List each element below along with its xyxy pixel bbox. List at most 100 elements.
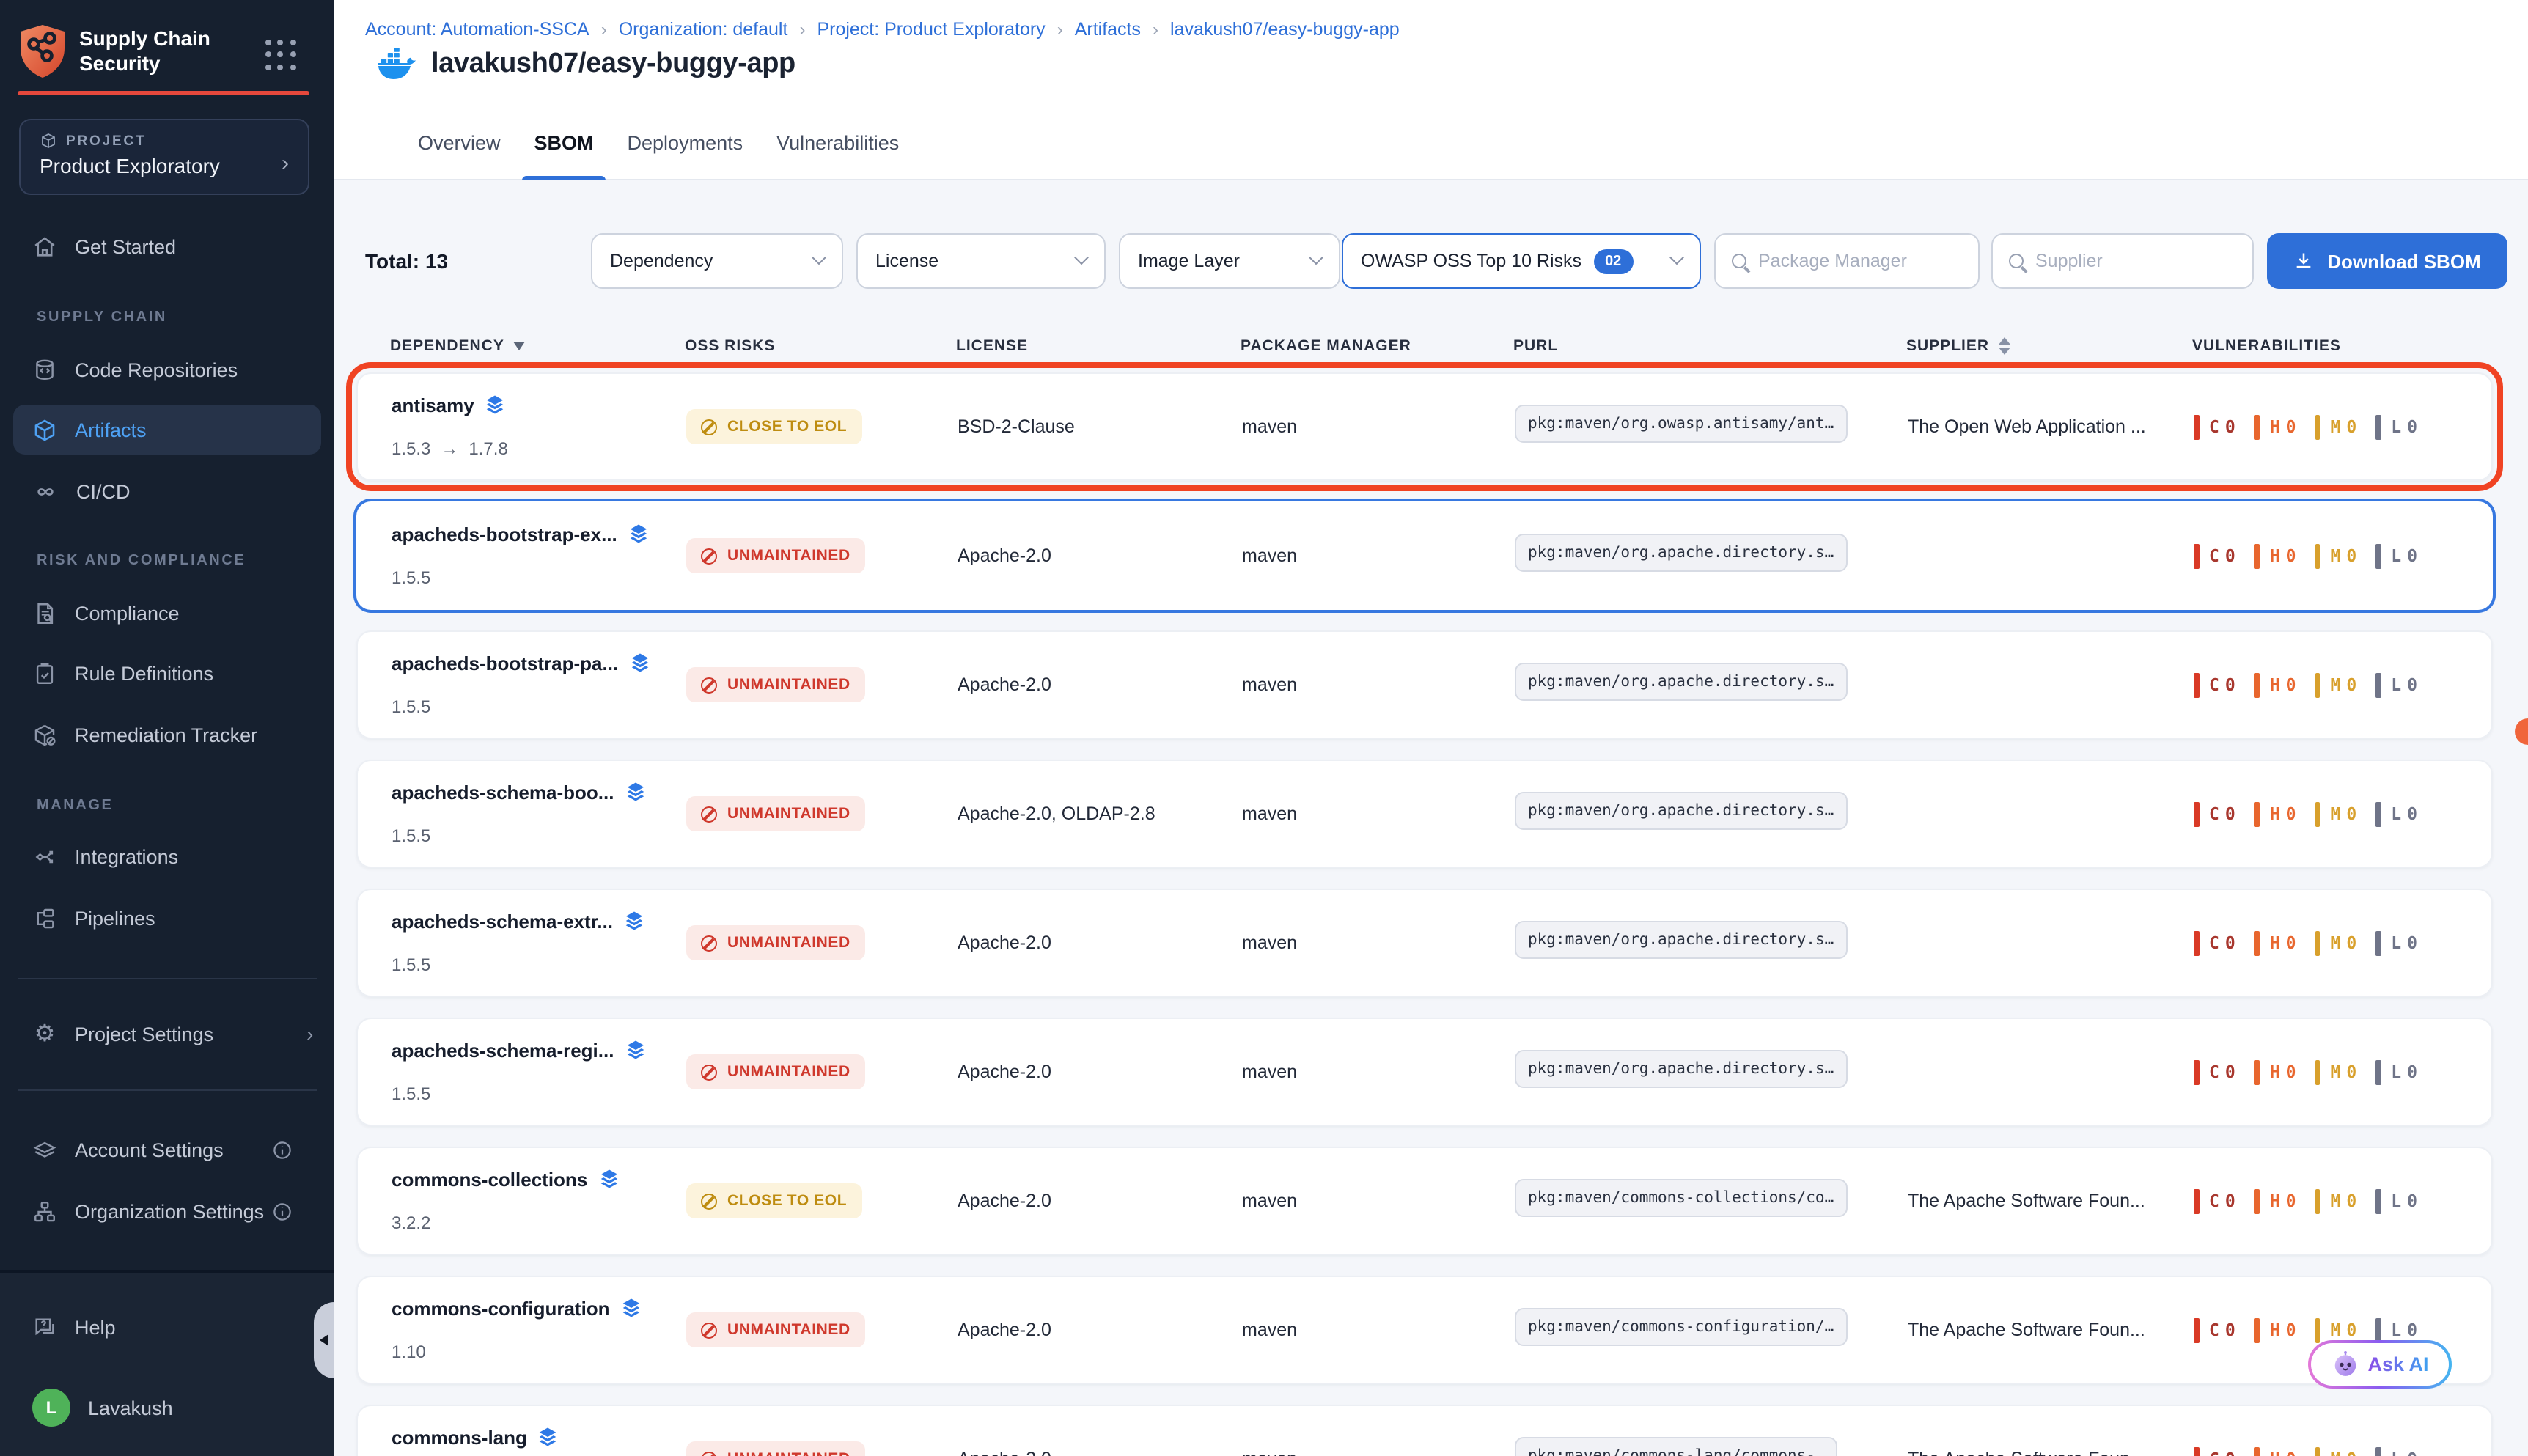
sidebar-item-cicd[interactable]: CI/CD — [13, 466, 321, 516]
purl-pill[interactable]: pkg:maven/org.apache.directory.s… — [1515, 1049, 1847, 1087]
breadcrumb-organization[interactable]: Organization: default — [619, 19, 788, 40]
critical-count: C0 — [2194, 1317, 2235, 1342]
oss-risk-badge: CLOSE TO EOL — [686, 409, 861, 444]
column-header-oss-risks: OSS RISKS — [685, 337, 956, 355]
sidebar-item-help[interactable]: Help — [13, 1302, 321, 1352]
sidebar-item-project-settings[interactable]: ⚙ Project Settings › — [13, 1009, 321, 1059]
layers-icon — [624, 780, 646, 804]
breadcrumb-separator: › — [1057, 19, 1063, 40]
high-count: H0 — [2255, 930, 2296, 955]
avatar: L — [32, 1389, 70, 1427]
table-row[interactable]: apacheds-schema-regi... 1.5.5 → UNMAINTA… — [356, 1018, 2493, 1126]
table-row[interactable]: commons-collections 3.2.2 → CLOSE TO EOL… — [356, 1147, 2493, 1255]
column-header-license: LICENSE — [956, 337, 1241, 355]
purl-pill[interactable]: pkg:maven/org.apache.directory.s… — [1515, 533, 1847, 571]
purl-pill[interactable]: pkg:maven/org.apache.directory.s… — [1515, 791, 1847, 829]
column-header-dependency[interactable]: DEPENDENCY — [390, 337, 685, 355]
package-manager-value: maven — [1242, 1320, 1515, 1340]
high-count: H0 — [2255, 1188, 2296, 1213]
breadcrumb-account[interactable]: Account: Automation-SSCA — [365, 19, 589, 40]
sidebar-item-organization-settings[interactable]: Organization Settings — [13, 1186, 321, 1236]
owasp-risks-filter-dropdown[interactable]: OWASP OSS Top 10 Risks 02 — [1342, 233, 1701, 289]
floating-widget-handle[interactable] — [2515, 718, 2528, 745]
sidebar-item-label: Compliance — [75, 602, 180, 624]
app-logo: Supply Chain Security — [18, 23, 210, 79]
purl-pill[interactable]: pkg:maven/org.apache.directory.s… — [1515, 920, 1847, 958]
table-row[interactable]: apacheds-bootstrap-ex... 1.5.5 → UNMAINT… — [356, 501, 2493, 610]
license-filter-dropdown[interactable]: License — [856, 233, 1106, 289]
column-header-supplier[interactable]: SUPPLIER — [1906, 337, 2192, 355]
oss-risk-badge: UNMAINTAINED — [686, 796, 865, 831]
breadcrumb-artifact-name[interactable]: lavakush07/easy-buggy-app — [1170, 19, 1400, 40]
document-search-icon — [32, 600, 57, 625]
sidebar: Supply Chain Security PROJECT Product Ex… — [0, 0, 334, 1456]
sidebar-item-label: Integrations — [75, 845, 178, 867]
ask-ai-button[interactable]: Ask AI — [2308, 1340, 2452, 1389]
dependency-version: 1.5.5 → — [392, 826, 686, 846]
sidebar-item-label: Code Repositories — [75, 359, 238, 380]
high-count: H0 — [2255, 414, 2296, 439]
sort-desc-icon[interactable] — [513, 342, 525, 350]
breadcrumb-project[interactable]: Project: Product Exploratory — [817, 19, 1045, 40]
purl-pill[interactable]: pkg:maven/org.apache.directory.s… — [1515, 662, 1847, 700]
shield-logo-icon — [18, 23, 67, 79]
sidebar-item-integrations[interactable]: Integrations — [13, 831, 321, 881]
table-row[interactable]: apacheds-schema-extr... 1.5.5 → UNMAINTA… — [356, 889, 2493, 997]
project-name: Product Exploratory — [40, 154, 293, 177]
medium-count: M0 — [2315, 1059, 2357, 1084]
info-icon[interactable] — [271, 1200, 293, 1222]
tab-overview[interactable]: Overview — [418, 129, 501, 180]
code-repo-icon — [32, 357, 57, 382]
high-count: H0 — [2255, 801, 2296, 826]
image-layer-filter-dropdown[interactable]: Image Layer — [1119, 233, 1340, 289]
layers-icon — [620, 1296, 642, 1320]
banned-circle-icon — [701, 1064, 717, 1080]
medium-count: M0 — [2315, 1188, 2357, 1213]
sidebar-item-code-repositories[interactable]: Code Repositories — [13, 345, 321, 394]
sidebar-item-compliance[interactable]: Compliance — [13, 588, 321, 638]
tab-vulnerabilities[interactable]: Vulnerabilities — [776, 129, 899, 180]
project-selector[interactable]: PROJECT Product Exploratory › — [19, 119, 309, 195]
chevron-right-icon: › — [282, 151, 289, 176]
table-row[interactable]: commons-lang → UNMAINTAINED Apache-2.0 m… — [356, 1405, 2493, 1456]
app-switcher-icon[interactable] — [265, 40, 298, 72]
user-menu[interactable]: L Lavakush — [13, 1381, 321, 1434]
dependency-version: 1.5.5 → — [392, 1084, 686, 1104]
sidebar-item-get-started[interactable]: Get Started — [13, 221, 321, 271]
sidebar-item-pipelines[interactable]: Pipelines — [13, 893, 321, 943]
tab-sbom[interactable]: SBOM — [534, 129, 594, 180]
oss-risk-badge: UNMAINTAINED — [686, 667, 865, 702]
purl-pill[interactable]: pkg:maven/commons-collections/co… — [1515, 1178, 1847, 1216]
download-sbom-button[interactable]: Download SBOM — [2267, 233, 2507, 289]
supplier-search — [1991, 233, 2254, 289]
help-chat-icon — [32, 1315, 57, 1339]
banned-circle-icon — [701, 1451, 717, 1456]
breadcrumb-separator: › — [601, 19, 607, 40]
tab-deployments[interactable]: Deployments — [628, 129, 743, 180]
infinity-icon — [32, 479, 59, 504]
dropdown-value: OWASP OSS Top 10 Risks — [1361, 251, 1581, 271]
sidebar-item-rule-definitions[interactable]: Rule Definitions — [13, 648, 321, 698]
purl-pill[interactable]: pkg:maven/commons-lang/commons-… — [1515, 1436, 1838, 1456]
table-row[interactable]: apacheds-schema-boo... 1.5.5 → UNMAINTAI… — [356, 760, 2493, 868]
package-manager-search-input[interactable] — [1758, 251, 1962, 271]
purl-pill[interactable]: pkg:maven/commons-configuration/… — [1515, 1307, 1847, 1345]
sidebar-item-remediation-tracker[interactable]: Remediation Tracker — [13, 710, 321, 760]
sort-icon[interactable] — [1998, 337, 2010, 355]
dependency-filter-dropdown[interactable]: Dependency — [591, 233, 843, 289]
search-icon — [1732, 254, 1746, 268]
supplier-search-input[interactable] — [2035, 251, 2236, 271]
table-row[interactable]: commons-configuration 1.10 → UNMAINTAINE… — [356, 1276, 2493, 1384]
filter-toolbar: Total: 13 Dependency License Image Layer… — [334, 233, 2528, 289]
sidebar-item-account-settings[interactable]: Account Settings — [13, 1125, 321, 1174]
sidebar-item-artifacts[interactable]: Artifacts — [13, 405, 321, 455]
purl-pill[interactable]: pkg:maven/org.owasp.antisamy/ant… — [1515, 404, 1847, 442]
info-icon[interactable] — [271, 1139, 293, 1161]
package-manager-value: maven — [1242, 1062, 1515, 1082]
sidebar-collapse-handle[interactable] — [314, 1302, 334, 1378]
table-row[interactable]: antisamy 1.5.3 → 1.7.8 CLOSE TO EOL BSD-… — [356, 372, 2493, 481]
table-row[interactable]: apacheds-bootstrap-pa... 1.5.5 → UNMAINT… — [356, 630, 2493, 739]
layers-icon — [628, 651, 650, 674]
banned-circle-icon — [701, 1193, 717, 1209]
breadcrumb-artifacts[interactable]: Artifacts — [1075, 19, 1141, 40]
